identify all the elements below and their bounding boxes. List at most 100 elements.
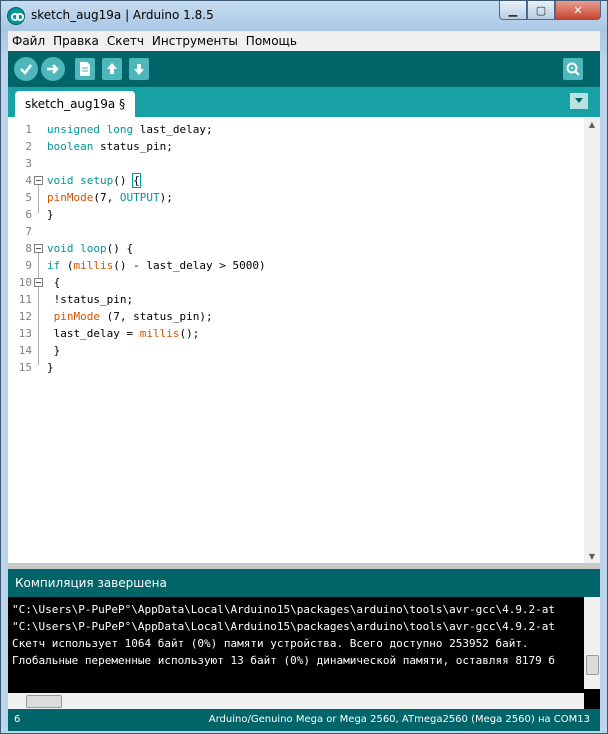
line-number: 5 <box>25 191 32 204</box>
line-number: 2 <box>25 140 32 153</box>
menu-help[interactable]: Помощь <box>242 34 301 48</box>
code-line-2: boolean status_pin; <box>47 138 173 155</box>
arduino-window: sketch_aug19a | Arduino 1.8.5 ▁ ▢ ✕ Файл… <box>0 0 608 734</box>
save-button[interactable] <box>129 58 149 80</box>
current-line-number: 6 <box>14 714 21 725</box>
menu-bar: Файл Правка Скетч Инструменты Помощь <box>8 31 600 51</box>
serial-monitor-button[interactable] <box>563 58 583 80</box>
line-number: 9 <box>25 259 32 272</box>
console-output[interactable]: "C:\Users\P-PuPeP°\AppData\Local\Arduino… <box>8 597 600 709</box>
scroll-up-icon[interactable]: ▲ <box>584 117 600 131</box>
code-token: OUTPUT <box>119 191 160 204</box>
code-token: (7, <box>93 191 120 204</box>
console-vertical-scrollbar[interactable] <box>584 597 600 689</box>
code-line-13: last_delay = millis(); <box>47 325 200 342</box>
line-number: 1 <box>25 123 32 136</box>
code-token: ); <box>159 191 173 204</box>
fold-toggle-icon[interactable] <box>34 278 43 287</box>
scroll-down-icon[interactable]: ▼ <box>584 549 600 563</box>
fold-toggle-icon[interactable] <box>34 176 43 185</box>
new-button[interactable] <box>75 58 95 80</box>
fold-guide <box>38 287 39 365</box>
new-icon <box>80 62 90 76</box>
line-number: 3 <box>25 157 32 170</box>
footer-bar: 6 Arduino/Genuino Mega or Mega 2560, ATm… <box>8 709 600 731</box>
menu-file[interactable]: Файл <box>8 34 49 48</box>
code-area[interactable]: unsigned long last_delay; boolean status… <box>47 117 581 563</box>
code-token: last_delay; <box>133 123 213 136</box>
code-token: void loop <box>47 242 107 255</box>
line-number: 8 <box>25 242 32 255</box>
line-number: 4 <box>25 174 32 187</box>
code-line-14: } <box>47 344 61 357</box>
code-token: () - last_delay > 5000) <box>113 259 266 272</box>
line-number: 6 <box>25 208 32 221</box>
console-line: Скетч использует 1064 байт (0%) памяти у… <box>12 637 529 650</box>
code-line-8: void loop() { <box>47 240 133 257</box>
code-line-11: !status_pin; <box>47 293 134 306</box>
upload-icon <box>47 64 59 74</box>
line-number: 15 <box>18 361 32 374</box>
arduino-logo-icon <box>7 7 25 25</box>
scroll-thumb[interactable] <box>586 655 599 675</box>
code-token: unsigned long <box>47 123 134 136</box>
fold-toggle-icon[interactable] <box>34 244 43 253</box>
code-line-4: void setup() { <box>47 172 141 189</box>
fold-guide <box>38 253 39 281</box>
code-token: pinMode <box>53 310 100 323</box>
code-token: (7, status_pin); <box>99 310 213 323</box>
menu-tools[interactable]: Инструменты <box>148 34 242 48</box>
code-token: ( <box>60 259 74 272</box>
line-number: 12 <box>18 310 32 323</box>
maximize-button[interactable]: ▢ <box>527 1 555 20</box>
code-token: boolean <box>47 140 94 153</box>
save-icon <box>134 64 144 75</box>
tab-menu-button[interactable] <box>570 93 588 109</box>
open-button[interactable] <box>102 58 122 80</box>
chevron-down-icon <box>575 98 583 103</box>
verify-button[interactable] <box>14 57 38 81</box>
close-button[interactable]: ✕ <box>555 1 601 20</box>
code-token: millis <box>139 327 180 340</box>
code-token: () { <box>106 242 134 255</box>
serial-monitor-icon <box>566 62 580 76</box>
code-token: pinMode <box>47 191 94 204</box>
open-icon <box>107 63 117 74</box>
editor-vertical-scrollbar[interactable]: ▲ ▼ <box>584 117 600 563</box>
code-token: if <box>47 259 61 272</box>
title-bar[interactable]: sketch_aug19a | Arduino 1.8.5 ▁ ▢ ✕ <box>1 1 607 29</box>
code-token: () <box>113 174 134 187</box>
console-line: "C:\Users\P-PuPeP°\AppData\Local\Arduino… <box>12 603 556 616</box>
code-line-10: { <box>47 276 61 289</box>
tab-sketch[interactable]: sketch_aug19a § <box>15 91 136 117</box>
code-line-15: } <box>47 361 54 374</box>
line-number: 7 <box>25 225 32 238</box>
minimize-button[interactable]: ▁ <box>499 1 527 20</box>
code-token: status_pin; <box>93 140 173 153</box>
status-bar: Компиляция завершена <box>8 569 600 597</box>
code-line-9: if (millis() - last_delay > 5000) <box>47 257 266 274</box>
line-number: 11 <box>18 293 32 306</box>
menu-edit[interactable]: Правка <box>49 34 103 48</box>
window-title: sketch_aug19a | Arduino 1.8.5 <box>31 8 214 22</box>
tab-bar: sketch_aug19a § <box>8 87 600 117</box>
scroll-thumb[interactable] <box>26 695 62 708</box>
menu-sketch[interactable]: Скетч <box>103 34 148 48</box>
board-port-info: Arduino/Genuino Mega or Mega 2560, ATmeg… <box>208 714 590 725</box>
code-token: { <box>132 173 141 188</box>
code-line-1: unsigned long last_delay; <box>47 121 213 138</box>
line-number-gutter: 1 2 3 4 5 6 7 8 9 10 11 12 13 14 15 <box>8 117 44 563</box>
upload-button[interactable] <box>41 57 65 81</box>
console-line: Глобальные переменные используют 13 байт… <box>12 654 556 667</box>
code-token: millis <box>73 259 114 272</box>
code-editor[interactable]: 1 2 3 4 5 6 7 8 9 10 11 12 13 14 15 unsi… <box>8 117 600 563</box>
console-line: "C:\Users\P-PuPeP°\AppData\Local\Arduino… <box>12 620 556 633</box>
code-token: (); <box>179 327 200 340</box>
window-controls: ▁ ▢ ✕ <box>499 1 601 20</box>
line-number: 10 <box>18 276 32 289</box>
console-horizontal-scrollbar[interactable] <box>8 693 584 709</box>
code-line-5: pinMode(7, OUTPUT); <box>47 189 173 206</box>
code-token: void setup <box>47 174 114 187</box>
fold-guide <box>38 185 39 213</box>
